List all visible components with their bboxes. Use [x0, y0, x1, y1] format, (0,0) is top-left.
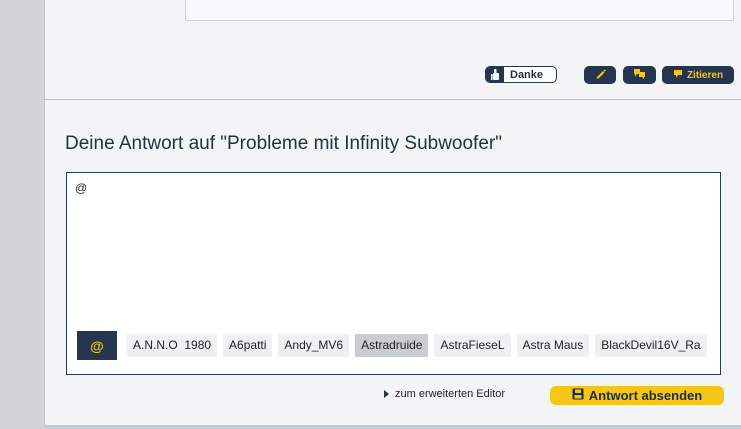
extended-editor-link[interactable]: zum erweiterten Editor [384, 388, 505, 400]
mention-chip[interactable]: AstraFieseL [434, 334, 511, 357]
quote-button[interactable]: Zitieren [662, 66, 734, 84]
mention-chip[interactable]: Andy_MV6 [278, 334, 350, 357]
reply-footer: zum erweiterten Editor Antwort absenden [45, 386, 741, 408]
extended-editor-label: zum erweiterten Editor [395, 388, 506, 400]
multi-quote-button[interactable] [623, 66, 656, 84]
mention-suggestion-bar: @ A.N.N.O 1980 A6patti Andy_MV6 Astradruide… [77, 331, 713, 360]
thumbs-up-icon [486, 67, 504, 82]
previous-post-content-box [185, 0, 734, 21]
reply-editor[interactable]: @ @ A.N.N.O 1980 A6patti Andy_MV6 Astradrui… [66, 172, 721, 375]
edit-post-button[interactable] [584, 66, 616, 84]
post-action-bar: Danke Zitieren [45, 66, 741, 86]
mention-chip[interactable]: Astradruide [355, 334, 429, 357]
section-divider [45, 99, 741, 100]
mention-list: A.N.N.O 1980 A6patti Andy_MV6 Astradruide As… [127, 334, 707, 357]
mention-at-button[interactable]: @ [77, 331, 117, 360]
post-panel: Danke Zitieren Deine Antwort auf "Proble… [44, 0, 741, 426]
triangle-right-icon [384, 390, 389, 398]
mention-chip[interactable]: A.N.N.O 1980 [127, 334, 218, 357]
thanks-label: Danke [510, 68, 544, 81]
submit-label: Antwort absenden [588, 388, 703, 403]
reply-title: Deine Antwort auf "Probleme mit Infinity… [65, 133, 502, 154]
mention-chip[interactable]: A6patti [223, 334, 273, 357]
quote-label: Zitieren [686, 69, 724, 81]
editor-text[interactable]: @ [75, 181, 87, 195]
mention-chip[interactable]: Astra Maus [516, 334, 590, 357]
submit-reply-button[interactable]: Antwort absenden [550, 386, 724, 405]
multi-quote-icon [633, 66, 646, 84]
thanks-button[interactable]: Danke [485, 66, 557, 83]
save-icon [572, 387, 584, 405]
mention-chip[interactable]: BlackDevil16V_Ra [595, 334, 707, 357]
quote-icon [673, 66, 683, 84]
left-gutter [0, 0, 44, 429]
pencil-icon [595, 66, 606, 84]
